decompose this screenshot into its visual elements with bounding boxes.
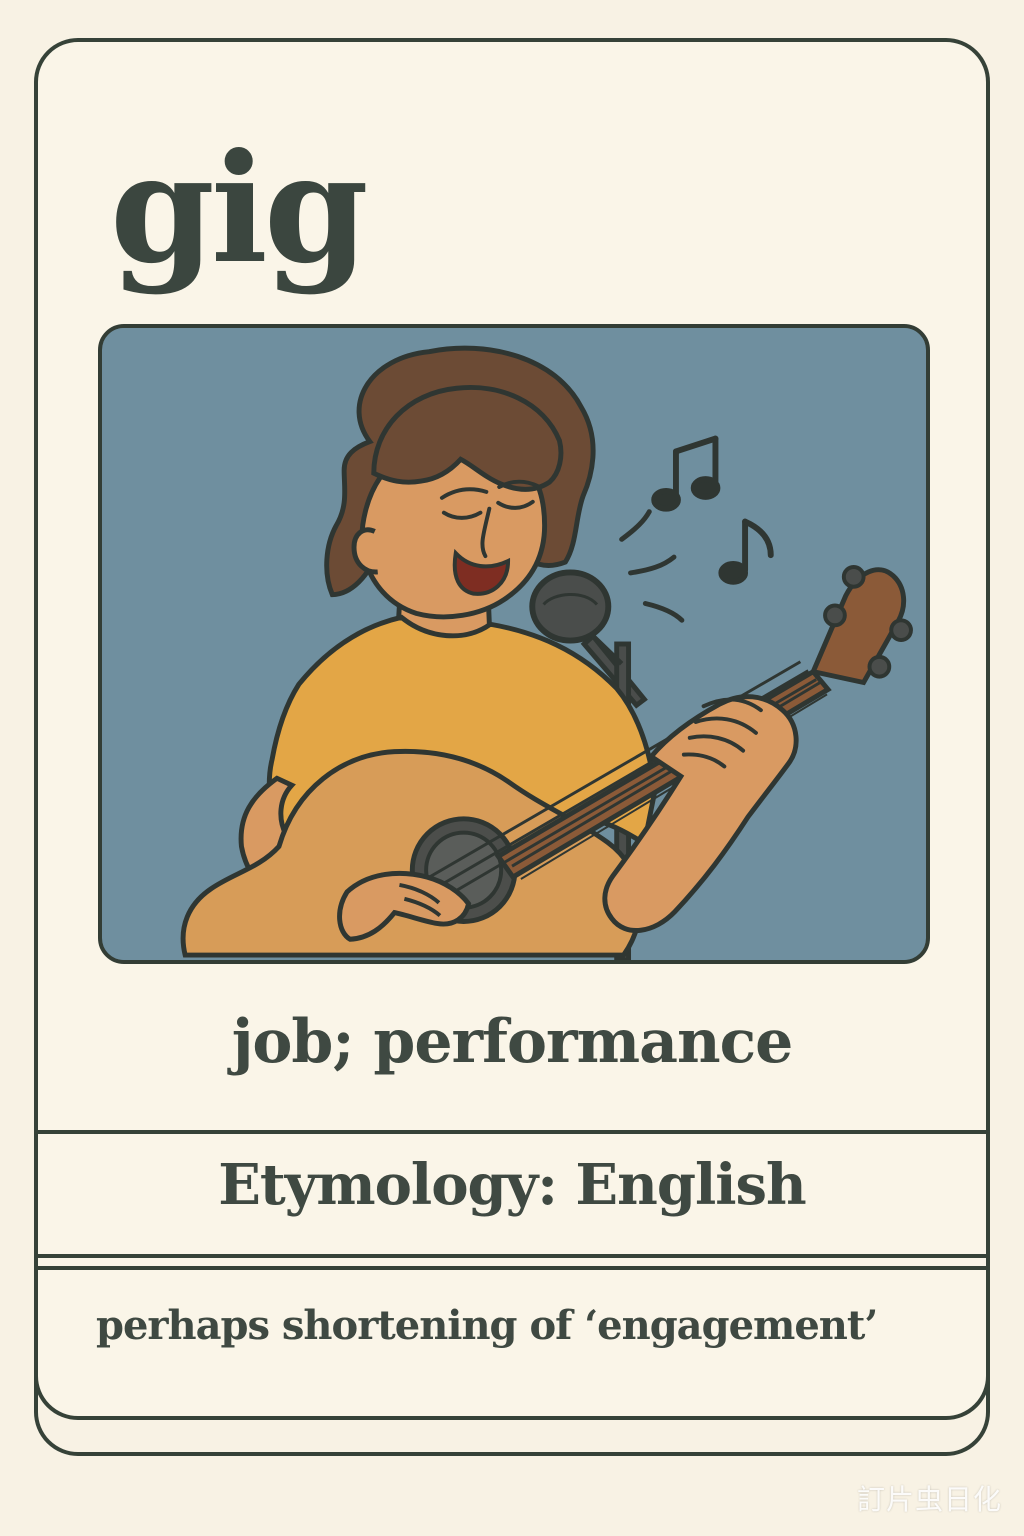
note-divider-top xyxy=(38,1266,986,1270)
singer-illustration xyxy=(98,324,930,964)
etymology-label: Etymology: English xyxy=(218,1152,807,1218)
meaning-text: job; performance xyxy=(231,1007,794,1077)
origin-note: perhaps shortening of ‘engagement’ xyxy=(96,1302,878,1349)
etymology-divider-top xyxy=(38,1130,986,1134)
vocabulary-card: gig job; performance Etymology: English … xyxy=(34,38,990,1420)
word-title: gig xyxy=(110,121,369,297)
watermark-text: 訂片虫日化 xyxy=(856,1483,1002,1516)
page: gig job; performance Etymology: English … xyxy=(0,0,1024,1536)
etymology-divider-bottom xyxy=(38,1254,986,1258)
